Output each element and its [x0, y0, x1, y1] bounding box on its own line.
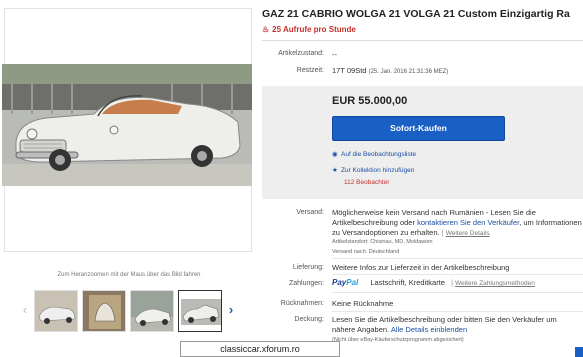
delivery-value: Weitere Infos zur Lieferzeit in der Arti…: [332, 263, 510, 272]
eye-icon: ◉: [332, 151, 338, 158]
paypal-logo: PayPal: [332, 278, 359, 287]
condition-value: --: [332, 50, 337, 59]
thumbnail-2[interactable]: [82, 290, 126, 332]
hot-indicator: ♨ 25 Aufrufe pro Stunde: [262, 25, 356, 34]
payment-methods-list: Lastschrift, Kreditkarte: [370, 278, 445, 287]
returns-label: Rücknahmen:: [280, 300, 324, 307]
more-payment-methods-link[interactable]: Weitere Zahlungsmethoden: [455, 280, 535, 287]
forum-watermark: classiccar.xforum.ro: [180, 341, 340, 357]
coverage-text: Lesen Sie die Artikelbeschreibung oder b…: [332, 315, 582, 335]
buy-now-button[interactable]: Sofort-Kaufen: [332, 116, 505, 141]
chevron-right-icon[interactable]: ›: [226, 302, 236, 318]
scroll-corner: [575, 347, 583, 357]
row-divider: [332, 311, 583, 312]
coverage-note: (Nicht über eBay-Käuferschutzprogramm ab…: [332, 337, 464, 343]
shipping-label: Versand:: [296, 209, 324, 216]
collection-label: Zur Kollektion hinzufügen: [341, 167, 415, 174]
remaining-value: 17T 09Std: [332, 66, 367, 75]
thumbnail-4[interactable]: [178, 290, 222, 332]
listing-title: GAZ 21 CABRIO WOLGA 21 VOLGA 21 Custom E…: [262, 8, 570, 20]
car-photo[interactable]: [2, 64, 252, 186]
payments-label: Zahlungen:: [288, 280, 324, 287]
thumbnail-strip: ‹ ›: [20, 288, 246, 334]
shipping-text: Möglicherweise kein Versand nach Rumänie…: [332, 208, 582, 237]
remaining-label: Restzeit:: [296, 67, 324, 74]
star-icon: ★: [332, 167, 338, 174]
watchers-count: 112 Beobachter: [344, 179, 390, 186]
watchlist-link[interactable]: ◉ Auf die Beobachtungsliste: [332, 150, 416, 158]
contact-seller-link[interactable]: kontaktieren Sie den Verkäufer: [417, 218, 519, 227]
collection-link[interactable]: ★ Zur Kollektion hinzufügen: [332, 166, 414, 174]
chevron-left-icon[interactable]: ‹: [20, 302, 30, 318]
flame-icon: ♨: [262, 25, 270, 34]
row-divider: [332, 274, 583, 275]
watchlist-label: Auf die Beobachtungsliste: [341, 151, 417, 158]
ships-to: Versand nach: Deutschland: [332, 249, 400, 255]
buy-box: EUR 55.000,00 Sofort-Kaufen ◉ Auf die Beo…: [262, 86, 583, 199]
row-divider: [332, 258, 583, 259]
item-location: Artikelstandort: Chisinau, MD, Moldawien: [332, 239, 433, 245]
returns-value: Keine Rücknahme: [332, 299, 394, 308]
remaining-time: 17T 09Std (25. Jan. 2016 21:31:36 MEZ): [332, 66, 448, 75]
thumbnail-3[interactable]: [130, 290, 174, 332]
end-date: (25. Jan. 2016 21:31:36 MEZ): [368, 69, 449, 75]
thumbnail-1[interactable]: [34, 290, 78, 332]
row-divider: [332, 292, 583, 293]
price: EUR 55.000,00: [332, 95, 408, 107]
title-divider: [262, 40, 583, 41]
show-all-details-link[interactable]: Alle Details einblenden: [391, 325, 467, 334]
payment-methods: PayPal Lastschrift, Kreditkarte | Weiter…: [332, 278, 535, 287]
shipping-details-link[interactable]: Weitere Details: [446, 230, 490, 237]
zoom-hint: Zum Heranzoomen mit der Maus über das Bi…: [57, 272, 201, 278]
condition-label: Artikelzustand:: [278, 50, 324, 57]
delivery-label: Lieferung:: [292, 264, 324, 271]
views-per-hour: 25 Aufrufe pro Stunde: [272, 25, 356, 34]
coverage-label: Deckung:: [294, 316, 324, 323]
